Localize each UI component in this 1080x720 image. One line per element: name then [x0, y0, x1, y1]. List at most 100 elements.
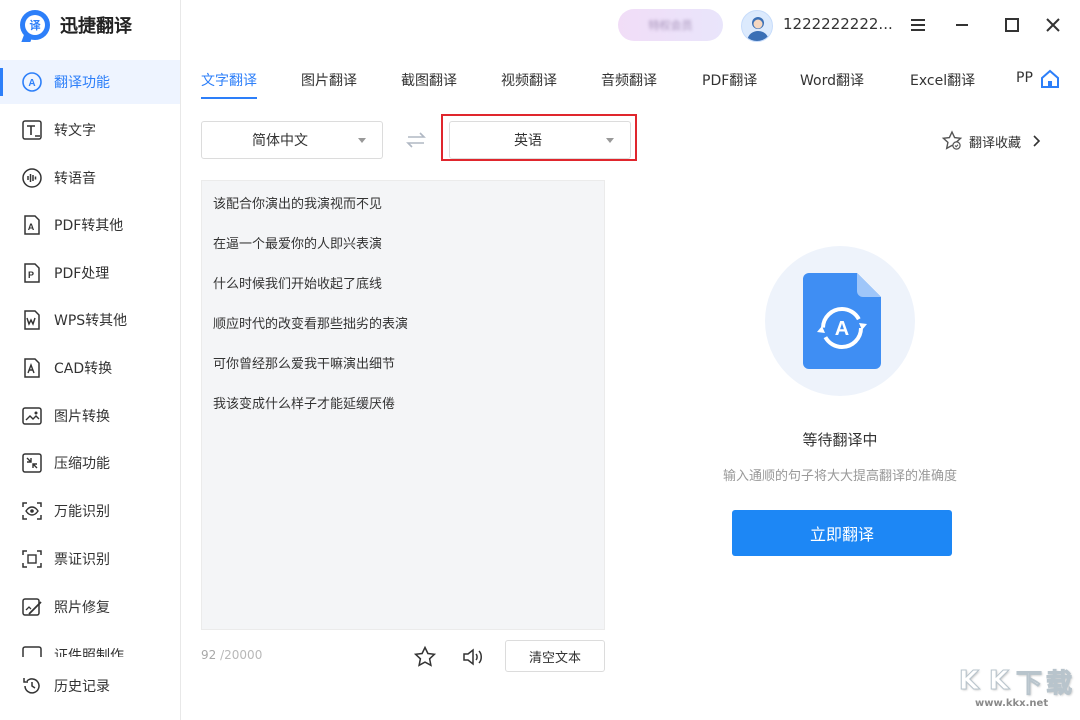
favorite-button[interactable] [413, 645, 437, 669]
sidebar-item-label: 压缩功能 [54, 456, 110, 472]
clear-text-button[interactable]: 清空文本 [505, 640, 605, 672]
image-convert-icon [21, 405, 43, 427]
wps-convert-icon [21, 309, 43, 331]
sidebar-item-label: 证件照制作 [54, 648, 124, 657]
tab-text-translate[interactable]: 文字翻译 [201, 70, 257, 99]
tab-excel-translate[interactable]: Excel翻译 [910, 70, 975, 90]
app-logo-glyph: 译 [25, 15, 45, 35]
to-speech-icon [21, 167, 43, 189]
sidebar-item-pdf-convert[interactable]: A PDF转其他 [0, 203, 180, 247]
home-icon [1041, 69, 1059, 88]
source-text-line: 什么时候我们开始收起了底线 [213, 277, 383, 292]
sidebar-item-translate[interactable]: A 翻译功能 [0, 60, 180, 104]
star-favorite-icon [941, 130, 963, 150]
ticket-scan-icon [21, 548, 43, 570]
favorites-label: 翻译收藏 [969, 135, 1022, 151]
source-text-line: 顺应时代的改变看那些拙劣的表演 [213, 317, 409, 332]
tab-video-translate[interactable]: 视频翻译 [501, 70, 557, 90]
target-language-select[interactable]: 英语 [449, 121, 631, 159]
watermark-letter: K [988, 666, 1010, 697]
username[interactable]: 1222222222... [783, 15, 893, 33]
sidebar-item-universal-scan[interactable]: 万能识别 [0, 489, 180, 533]
character-count: 92 [201, 648, 217, 662]
tab-image-translate[interactable]: 图片翻译 [301, 70, 357, 90]
sidebar-item-label: 翻译功能 [54, 75, 110, 91]
watermark-letter: 下 [1015, 668, 1042, 699]
translate-now-button[interactable]: 立即翻译 [732, 510, 952, 556]
sidebar-item-history[interactable]: 历史记录 [0, 664, 180, 708]
svg-text:A: A [28, 78, 35, 89]
close-button[interactable] [1040, 12, 1066, 38]
id-photo-icon [21, 645, 43, 657]
sidebar-item-pdf-process[interactable]: P PDF处理 [0, 251, 180, 295]
sidebar-item-compress[interactable]: 压缩功能 [0, 441, 180, 485]
sidebar-item-to-speech[interactable]: 转语音 [0, 156, 180, 200]
site-watermark: K K 下 载 www.kkx.net [955, 664, 1080, 720]
tab-screenshot-translate[interactable]: 截图翻译 [401, 70, 457, 90]
hamburger-menu-icon [911, 19, 925, 31]
history-icon [21, 675, 43, 697]
cad-convert-icon [21, 357, 43, 379]
minimize-button[interactable] [949, 12, 975, 38]
svg-text:A: A [28, 222, 35, 232]
sidebar: 译 迅捷翻译 A 翻译功能 转文字 转语音 A PDF转其他 P PDF处理 W… [0, 0, 181, 720]
watermark-letter: K [958, 666, 980, 697]
character-limit: /20000 [220, 648, 263, 662]
minimize-icon [956, 24, 968, 26]
speaker-icon [463, 648, 482, 666]
source-text-line: 我该变成什么样子才能延缓厌倦 [213, 397, 396, 412]
sidebar-item-label: WPS转其他 [54, 313, 128, 329]
chevron-down-icon [358, 137, 366, 143]
sidebar-item-label: 转文字 [54, 123, 96, 139]
sidebar-item-photo-repair[interactable]: 照片修复 [0, 585, 180, 629]
source-language-value: 简体中文 [252, 133, 308, 149]
sidebar-item-label: 万能识别 [54, 504, 110, 520]
watermark-letter: 载 [1045, 668, 1072, 699]
app-logo-icon: 译 [20, 10, 50, 40]
target-language-value: 英语 [514, 133, 542, 149]
sidebar-item-wps-convert[interactable]: WPS转其他 [0, 298, 180, 342]
tab-word-translate[interactable]: Word翻译 [800, 70, 864, 90]
source-text-line: 该配合你演出的我演视而不见 [213, 197, 383, 212]
watermark-url: www.kkx.net [975, 698, 1049, 709]
sidebar-item-label: PDF处理 [54, 266, 110, 282]
compress-icon [21, 452, 43, 474]
chevron-down-icon [606, 137, 614, 143]
sidebar-item-cad-convert[interactable]: CAD转换 [0, 346, 180, 390]
home-button[interactable] [1039, 68, 1061, 90]
source-text-line: 在逼一个最爱你的人即兴表演 [213, 237, 383, 252]
tab-pdf-translate[interactable]: PDF翻译 [702, 70, 757, 90]
sidebar-item-ticket-scan[interactable]: 票证识别 [0, 537, 180, 581]
character-counter: 92 /20000 [201, 648, 262, 662]
svg-text:A: A [835, 318, 849, 340]
swap-languages-button[interactable] [404, 130, 428, 150]
translation-favorites-button[interactable]: 翻译收藏 [941, 129, 1043, 153]
tab-ppt-translate[interactable]: PP [1016, 70, 1033, 86]
waiting-status-title: 等待翻译中 [802, 431, 878, 449]
maximize-button[interactable] [999, 12, 1025, 38]
sidebar-item-id-photo[interactable]: 证件照制作 [0, 633, 180, 657]
star-icon [413, 645, 437, 667]
tab-bar: 文字翻译 图片翻译 截图翻译 视频翻译 音频翻译 PDF翻译 Word翻译 Ex… [201, 70, 1035, 104]
translate-icon: A [21, 71, 43, 93]
eye-scan-icon [21, 500, 43, 522]
swap-icon [406, 132, 426, 148]
avatar[interactable] [741, 10, 773, 42]
pdf-process-icon: P [21, 262, 43, 284]
sidebar-item-label: 转语音 [54, 171, 96, 187]
tab-audio-translate[interactable]: 音频翻译 [601, 70, 657, 90]
app-window: 译 迅捷翻译 A 翻译功能 转文字 转语音 A PDF转其他 P PDF处理 W… [0, 0, 1080, 720]
sidebar-item-image-convert[interactable]: 图片转换 [0, 394, 180, 438]
source-text-line: 可你曾经那么爱我干嘛演出细节 [213, 357, 396, 372]
vip-badge[interactable]: 特权会员 [618, 9, 723, 41]
brand: 译 迅捷翻译 [20, 10, 132, 40]
menu-button[interactable] [905, 12, 931, 38]
to-text-icon [21, 119, 43, 141]
source-text-area[interactable]: 该配合你演出的我演视而不见 在逼一个最爱你的人即兴表演 什么时候我们开始收起了底… [201, 180, 605, 630]
source-language-select[interactable]: 简体中文 [201, 121, 383, 159]
sidebar-item-label: 历史记录 [54, 679, 110, 695]
sidebar-item-label: 票证识别 [54, 552, 110, 568]
sidebar-item-to-text[interactable]: 转文字 [0, 108, 180, 152]
close-icon [1046, 18, 1060, 32]
read-aloud-button[interactable] [461, 645, 485, 669]
